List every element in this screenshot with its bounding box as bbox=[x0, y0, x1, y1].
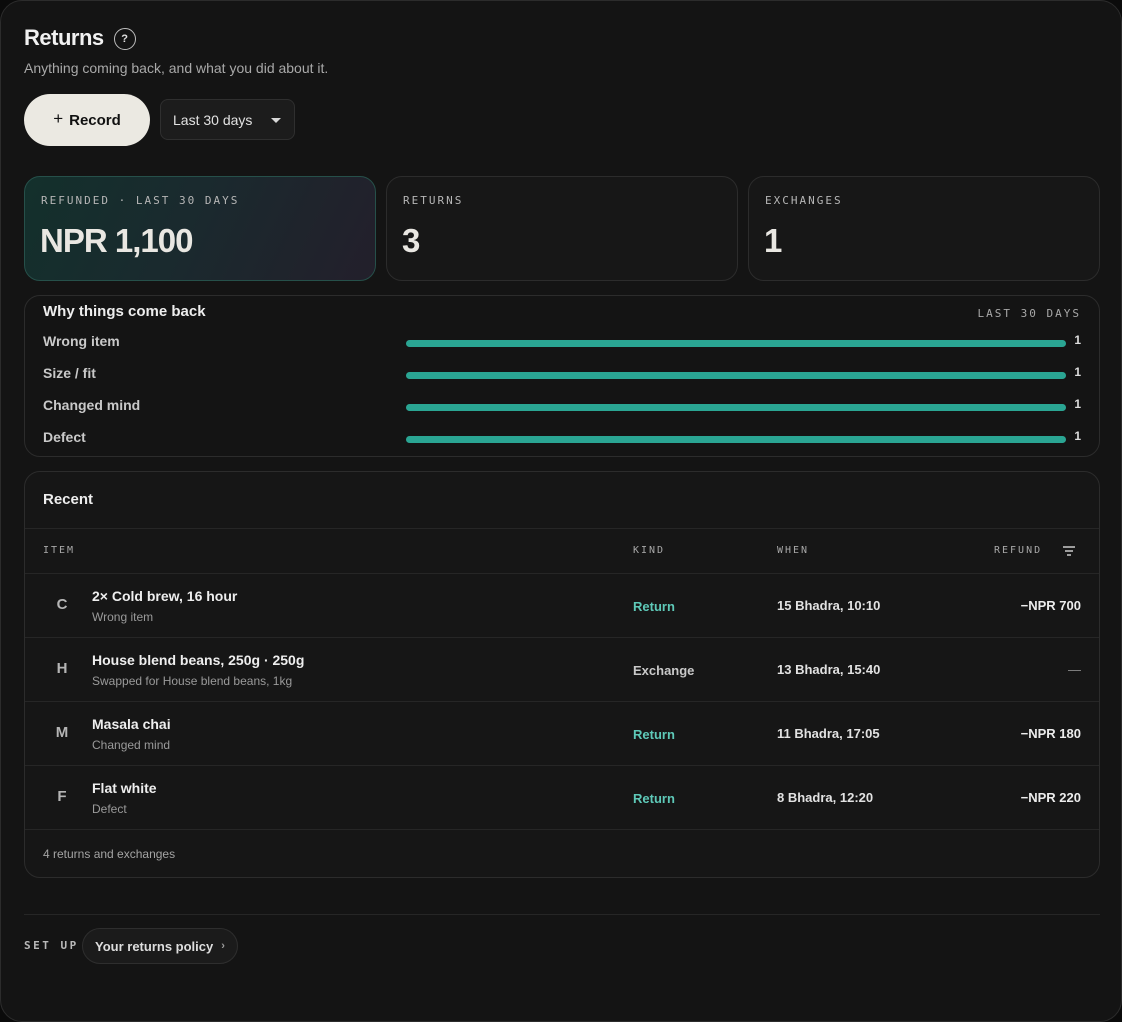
row-when: 8 Bhadra, 12:20 bbox=[777, 790, 874, 805]
reason-bar-track bbox=[406, 372, 1066, 379]
reasons-title: Why things come back bbox=[43, 303, 206, 320]
plus-icon: + bbox=[53, 108, 64, 128]
table-row[interactable]: H House blend beans, 250g · 250g Swapped… bbox=[25, 638, 1099, 702]
page-header: Returns ? bbox=[24, 25, 136, 51]
row-item-note: Swapped for House blend beans, 1kg bbox=[92, 674, 293, 688]
section-divider bbox=[24, 914, 1100, 915]
reason-bar-fill bbox=[406, 436, 1066, 443]
returns-policy-label: Your returns policy bbox=[95, 938, 214, 954]
recent-title: Recent bbox=[43, 491, 94, 508]
column-header-when[interactable]: WHEN bbox=[777, 545, 809, 556]
row-item-name: Flat white bbox=[92, 780, 157, 796]
returns-policy-link[interactable]: Your returns policy › bbox=[82, 928, 238, 964]
returns-page: Returns ? Anything coming back, and what… bbox=[0, 0, 1122, 1022]
reasons-range: LAST 30 DAYS bbox=[977, 307, 1081, 320]
row-item-note: Defect bbox=[92, 802, 127, 816]
stat-value: 1 bbox=[764, 222, 782, 259]
row-item-name: 2× Cold brew, 16 hour bbox=[92, 588, 238, 604]
reason-label: Size / fit bbox=[43, 365, 96, 381]
reason-row: Changed mind 1 bbox=[43, 396, 1081, 416]
record-button[interactable]: + Record bbox=[24, 94, 150, 146]
table-footer-count: 4 returns and exchanges bbox=[43, 847, 176, 861]
reason-bar-fill bbox=[406, 340, 1066, 347]
row-initial: M bbox=[55, 724, 69, 741]
row-kind: Return bbox=[633, 791, 675, 806]
recent-panel: Recent ITEM KIND WHEN REFUND C 2× Cold b… bbox=[24, 471, 1100, 878]
reason-bar-track bbox=[406, 340, 1066, 347]
row-item-note: Changed mind bbox=[92, 738, 171, 752]
row-kind: Return bbox=[633, 727, 675, 742]
row-kind: Return bbox=[633, 599, 675, 614]
row-when: 11 Bhadra, 17:05 bbox=[777, 726, 880, 741]
table-row[interactable]: M Masala chai Changed mind Return 11 Bha… bbox=[25, 702, 1099, 766]
page-title: Returns bbox=[24, 25, 104, 50]
reasons-panel: Why things come back LAST 30 DAYS Wrong … bbox=[24, 295, 1100, 457]
row-initial: H bbox=[56, 660, 68, 677]
reason-count: 1 bbox=[1074, 365, 1081, 379]
page-subtitle: Anything coming back, and what you did a… bbox=[24, 60, 329, 76]
row-initial: F bbox=[57, 788, 67, 805]
row-item-note: Wrong item bbox=[92, 610, 154, 624]
setup-label: SET UP bbox=[24, 939, 79, 952]
column-header-refund[interactable]: REFUND bbox=[994, 545, 1042, 556]
table-header: ITEM KIND WHEN REFUND bbox=[25, 528, 1099, 574]
table-row[interactable]: C 2× Cold brew, 16 hour Wrong item Retur… bbox=[25, 574, 1099, 638]
row-kind: Exchange bbox=[633, 663, 695, 678]
reason-label: Changed mind bbox=[43, 397, 141, 413]
row-initial: C bbox=[56, 596, 68, 613]
reason-row: Wrong item 1 bbox=[43, 332, 1081, 352]
stat-label: REFUNDED · LAST 30 DAYS bbox=[41, 194, 240, 207]
reason-bar-track bbox=[406, 436, 1066, 443]
reason-row: Defect 1 bbox=[43, 428, 1081, 448]
stat-value: 3 bbox=[402, 222, 420, 259]
reason-count: 1 bbox=[1074, 397, 1081, 411]
chevron-right-icon: › bbox=[221, 940, 225, 952]
row-item-name: Masala chai bbox=[92, 716, 171, 732]
reason-bar-fill bbox=[406, 372, 1066, 379]
stat-value: NPR 1,100 bbox=[40, 222, 193, 259]
caret-down-icon bbox=[271, 118, 281, 123]
reason-bar-track bbox=[406, 404, 1066, 411]
reason-row: Size / fit 1 bbox=[43, 364, 1081, 384]
filter-icon[interactable] bbox=[1063, 546, 1075, 556]
stat-label: EXCHANGES bbox=[765, 194, 843, 207]
reason-bar-fill bbox=[406, 404, 1066, 411]
date-range-value: Last 30 days bbox=[173, 111, 253, 128]
row-refund: −NPR 700 bbox=[1020, 598, 1081, 613]
stat-card-refunded: REFUNDED · LAST 30 DAYS NPR 1,100 bbox=[24, 176, 376, 281]
stat-card-returns: RETURNS 3 bbox=[386, 176, 738, 281]
row-when: 15 Bhadra, 10:10 bbox=[777, 598, 881, 613]
help-icon[interactable]: ? bbox=[113, 28, 136, 50]
reason-label: Wrong item bbox=[43, 333, 120, 349]
column-header-kind[interactable]: KIND bbox=[633, 545, 665, 556]
reason-count: 1 bbox=[1074, 429, 1081, 443]
stat-label: RETURNS bbox=[403, 194, 464, 207]
table-row[interactable]: F Flat white Defect Return 8 Bhadra, 12:… bbox=[25, 766, 1099, 830]
record-button-label: Record bbox=[69, 111, 121, 129]
row-when: 13 Bhadra, 15:40 bbox=[777, 662, 881, 677]
reason-count: 1 bbox=[1074, 333, 1081, 347]
row-refund: −NPR 180 bbox=[1020, 726, 1081, 741]
row-item-name: House blend beans, 250g · 250g bbox=[92, 652, 305, 668]
column-header-item[interactable]: ITEM bbox=[43, 545, 75, 556]
date-range-select[interactable]: Last 30 days bbox=[160, 99, 295, 140]
reason-label: Defect bbox=[43, 429, 86, 445]
stat-card-exchanges: EXCHANGES 1 bbox=[748, 176, 1100, 281]
row-refund: −NPR 220 bbox=[1020, 790, 1081, 805]
row-refund: — bbox=[1068, 662, 1081, 677]
